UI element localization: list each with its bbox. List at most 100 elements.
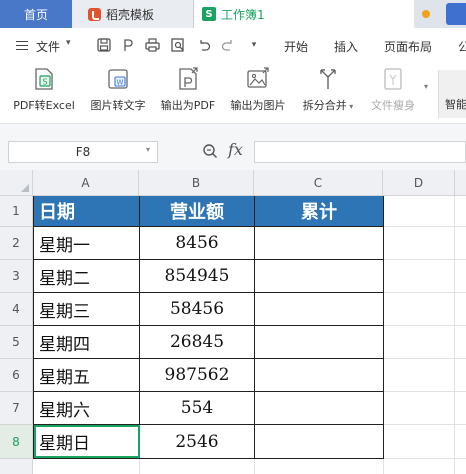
gridline bbox=[383, 259, 466, 260]
menu-start[interactable]: 开始 bbox=[284, 38, 308, 55]
table-cell-revenue[interactable]: 2546 bbox=[140, 425, 255, 459]
table-cell-revenue[interactable]: 8456 bbox=[140, 227, 255, 260]
split-merge-button[interactable]: 拆分合并 ▾ bbox=[296, 66, 360, 120]
table-cell-revenue[interactable]: 987562 bbox=[140, 359, 255, 392]
ribbon-scroll-icon[interactable]: ▾ bbox=[424, 82, 428, 91]
row-header-6[interactable]: 6 bbox=[0, 359, 33, 392]
image-to-text-icon: W bbox=[105, 66, 131, 92]
cell-reference: F8 bbox=[75, 145, 91, 159]
print-icon[interactable] bbox=[144, 37, 160, 53]
table-cell-cumulative[interactable] bbox=[255, 359, 384, 392]
table-cell-revenue[interactable]: 554 bbox=[140, 392, 255, 425]
image-to-text-button[interactable]: W 图片转文字 bbox=[84, 66, 152, 120]
file-slim-button[interactable]: 文件瘦身 bbox=[364, 66, 422, 120]
gridline bbox=[383, 358, 466, 359]
table-cell-day[interactable]: 星期一 bbox=[34, 227, 140, 260]
table-cell-day[interactable]: 星期二 bbox=[34, 260, 140, 293]
tab-overflow[interactable] bbox=[446, 3, 466, 25]
formula-bar: F8 ▾ fx bbox=[0, 124, 466, 170]
row-header-7[interactable]: 7 bbox=[0, 392, 33, 425]
svg-text:W: W bbox=[117, 79, 124, 87]
table-cell-cumulative[interactable] bbox=[255, 260, 384, 293]
smart-toolbox-label: 智能 bbox=[445, 98, 466, 111]
export-pdf-icon[interactable] bbox=[120, 37, 136, 53]
table-cell-day[interactable]: 星期三 bbox=[34, 293, 140, 326]
gridline bbox=[383, 459, 384, 474]
spreadsheet-window: 首页 稻壳模板 S 工作簿1 文件 ▾ ▾ 开始 插入 页面布局 公 S PDF… bbox=[0, 0, 466, 474]
file-menu[interactable]: 文件 bbox=[36, 38, 60, 55]
row-header-5[interactable]: 5 bbox=[0, 326, 33, 359]
column-header-a[interactable]: A bbox=[33, 170, 139, 196]
table-cell-day[interactable]: 星期六 bbox=[34, 392, 140, 425]
zoom-icon[interactable] bbox=[202, 143, 218, 163]
menu-page-layout[interactable]: 页面布局 bbox=[384, 38, 432, 55]
gridline bbox=[454, 196, 455, 474]
table-cell-day[interactable]: 星期日 bbox=[34, 425, 140, 459]
svg-text:S: S bbox=[42, 78, 47, 87]
table-cell-revenue[interactable]: 58456 bbox=[140, 293, 255, 326]
save-icon[interactable] bbox=[96, 37, 112, 53]
split-merge-icon bbox=[315, 66, 341, 92]
row-header-9[interactable] bbox=[0, 459, 33, 474]
file-slim-label: 文件瘦身 bbox=[371, 99, 415, 112]
name-box-chevron-icon[interactable]: ▾ bbox=[146, 145, 150, 154]
row-header-8[interactable]: 8 bbox=[0, 425, 33, 459]
name-box[interactable]: F8 bbox=[8, 141, 158, 163]
column-header-c[interactable]: C bbox=[254, 170, 383, 196]
split-merge-label: 拆分合并 ▾ bbox=[302, 99, 354, 112]
tab-bar: 首页 稻壳模板 S 工作簿1 bbox=[0, 0, 466, 28]
hamburger-menu-icon[interactable] bbox=[16, 41, 28, 50]
table-cell-day[interactable]: 星期五 bbox=[34, 359, 140, 392]
table-cell-cumulative[interactable] bbox=[255, 392, 384, 425]
docer-logo-icon bbox=[88, 7, 101, 21]
header-cell-date[interactable]: 日期 bbox=[34, 196, 140, 227]
table-cell-cumulative[interactable] bbox=[255, 293, 384, 326]
table-cell-revenue[interactable]: 26845 bbox=[140, 326, 255, 359]
menu-formulas[interactable]: 公 bbox=[458, 38, 466, 55]
tab-home[interactable]: 首页 bbox=[0, 0, 72, 28]
tab-workbook[interactable]: S 工作簿1 bbox=[194, 0, 414, 28]
export-image-label: 输出为图片 bbox=[230, 99, 286, 112]
customize-toolbar-icon[interactable]: ▾ bbox=[246, 37, 262, 53]
gridline bbox=[383, 424, 466, 425]
select-all-corner[interactable] bbox=[0, 170, 33, 196]
table-cell-cumulative[interactable] bbox=[255, 227, 384, 260]
spreadsheet-grid[interactable]: A B C D 1 2 3 4 5 6 7 8 日期 营业额 累计 星期一 84… bbox=[0, 170, 466, 474]
gridline bbox=[139, 459, 140, 474]
table-cell-day[interactable]: 星期四 bbox=[34, 326, 140, 359]
export-pdf-button[interactable]: 输出为PDF bbox=[156, 66, 220, 120]
pdf-to-excel-label: PDF转Excel bbox=[13, 99, 75, 112]
pdf-to-excel-icon: S bbox=[31, 66, 57, 92]
header-cell-cumulative[interactable]: 累计 bbox=[255, 196, 384, 227]
image-to-text-label: 图片转文字 bbox=[90, 99, 146, 112]
menu-row: 文件 ▾ ▾ 开始 插入 页面布局 公 bbox=[0, 28, 466, 62]
row-header-3[interactable]: 3 bbox=[0, 260, 33, 293]
redo-icon[interactable] bbox=[220, 37, 236, 53]
print-preview-icon[interactable] bbox=[170, 37, 186, 53]
export-image-button[interactable]: 输出为图片 bbox=[224, 66, 292, 120]
tab-workbook-label: 工作簿1 bbox=[221, 7, 265, 22]
header-cell-revenue[interactable]: 营业额 bbox=[140, 196, 255, 227]
row-header-2[interactable]: 2 bbox=[0, 227, 33, 260]
table-cell-cumulative[interactable] bbox=[255, 425, 384, 459]
formula-input[interactable] bbox=[254, 141, 466, 163]
row-header-4[interactable]: 4 bbox=[0, 293, 33, 326]
pdf-to-excel-button[interactable]: S PDF转Excel bbox=[8, 66, 80, 120]
row-header-1[interactable]: 1 bbox=[0, 196, 33, 227]
smart-toolbox-button[interactable]: 智能 bbox=[438, 70, 466, 118]
column-header-d[interactable]: D bbox=[383, 170, 455, 196]
insert-function-icon[interactable]: fx bbox=[228, 140, 243, 159]
gridline bbox=[383, 226, 466, 227]
ribbon-toolbar: S PDF转Excel W 图片转文字 输出为PDF 输出为图片 拆分合并 ▾ … bbox=[0, 62, 466, 124]
column-header-b[interactable]: B bbox=[139, 170, 254, 196]
table-cell-cumulative[interactable] bbox=[255, 326, 384, 359]
gridline bbox=[383, 292, 466, 293]
column-header-e[interactable] bbox=[455, 170, 466, 196]
menu-insert[interactable]: 插入 bbox=[334, 38, 358, 55]
tab-docer-templates[interactable]: 稻壳模板 bbox=[72, 0, 194, 28]
unsaved-dot-icon bbox=[422, 10, 430, 18]
table-cell-revenue[interactable]: 854945 bbox=[140, 260, 255, 293]
export-pdf-label: 输出为PDF bbox=[160, 99, 216, 112]
chevron-down-icon[interactable]: ▾ bbox=[66, 38, 71, 48]
undo-icon[interactable] bbox=[196, 37, 212, 53]
